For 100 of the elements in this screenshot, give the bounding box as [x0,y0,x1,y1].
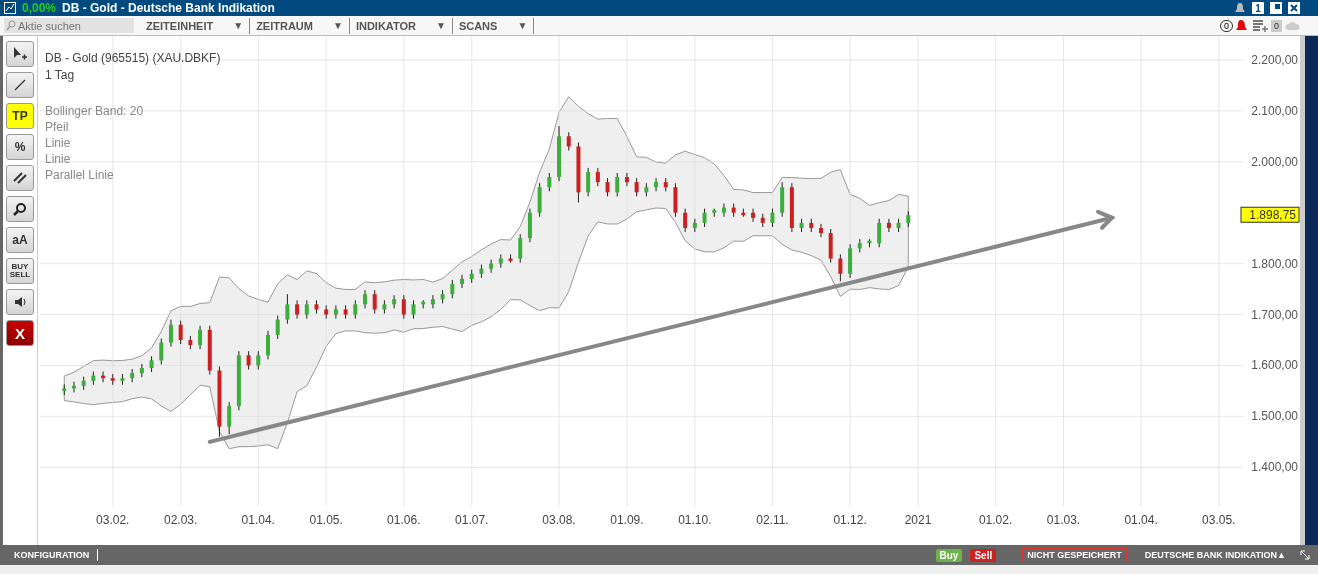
candlestick [188,335,193,350]
candlestick [110,373,115,386]
candlestick [624,172,629,187]
price-axis-label: 1.600,00 [1251,358,1298,373]
menu-dropdown[interactable]: INDIKATOR ▼ [349,17,453,34]
date-axis-label: 02.03. [164,513,198,527]
menu-dropdown[interactable]: ZEITRAUM ▼ [250,17,350,34]
close-icon[interactable] [1288,2,1300,14]
candlestick [712,208,717,218]
date-axis-label: 01.10. [678,513,712,527]
price-axis-label: 2.200,00 [1251,52,1298,67]
candlestick [333,304,338,320]
candlestick [246,350,251,371]
candlestick [363,289,367,309]
chart-icon [4,2,16,14]
candlestick [615,172,620,197]
candlestick [227,401,232,435]
overlay-label: Parallel Linie [45,168,114,182]
parallel-line-tool-button[interactable] [6,165,34,191]
data-source-label[interactable]: DEUTSCHE BANK INDIKATION▲ [1144,550,1286,560]
candlestick [683,208,688,233]
date-axis-label: 2021 [904,513,932,527]
overlay-label: Linie [45,136,71,150]
candlestick [353,299,358,320]
pointer-tool-button[interactable] [6,41,34,67]
candlestick [120,373,125,386]
overlay-label: Linie [45,152,71,166]
candlestick [401,294,406,320]
list-count: 0 [1271,19,1282,32]
candlestick [139,363,144,378]
date-axis-label: 02.11. [756,513,789,527]
zoom-button[interactable] [6,196,34,222]
date-axis-label: 01.07. [455,513,489,527]
delete-button[interactable]: X [6,320,34,346]
candlestick [275,315,280,340]
candlestick [692,218,697,233]
configuration-label[interactable]: KONFIGURATION [14,550,90,560]
scroll-bar[interactable] [1300,36,1305,545]
candlestick [537,182,542,218]
date-axis-label: 01.02. [978,513,1013,527]
sound-button[interactable] [6,289,34,315]
candlestick [489,259,494,274]
list-add-icon[interactable] [1252,19,1268,32]
candlestick [62,383,67,396]
line-tool-button[interactable] [6,72,34,98]
date-axis-label: 01.09. [610,513,644,527]
candlestick [741,208,746,218]
candlestick [460,274,464,289]
price-axis-label: 2.000,00 [1251,154,1298,169]
candlestick [372,289,377,314]
candlestick [557,125,562,182]
sell-button[interactable]: Sell [970,548,997,562]
candlestick [576,141,581,203]
candlestick [343,304,348,320]
candlestick [392,294,397,309]
candlestick [838,253,843,282]
candlestick [896,218,901,233]
candlestick [663,177,668,192]
candlestick [430,294,435,309]
candlestick [382,299,387,314]
window-title: DB - Gold - Deutsche Bank Indikation [62,1,275,15]
candlestick [731,203,736,218]
text-tool-button[interactable]: aA [6,227,34,253]
last-price: 1.898,75 [1240,206,1300,223]
candlestick [857,238,862,253]
date-axis-label: 01.05. [309,513,343,527]
date-axis-label: 03.08. [542,513,576,527]
candlestick [634,177,639,197]
menu-dropdown[interactable]: SCANS ▼ [452,17,535,34]
bell-icon[interactable] [1234,2,1246,14]
search-field[interactable]: Aktie suchen [4,18,134,33]
candlestick [450,279,455,299]
page-number[interactable]: 1 [1252,2,1264,14]
resize-icon[interactable] [1300,550,1310,560]
menu-dropdown[interactable]: ZEITEINHEIT ▼ [140,17,251,34]
candlestick [168,319,173,348]
candlestick [886,218,891,233]
candlestick [566,131,571,152]
candlestick [421,299,426,309]
candlestick [877,218,882,248]
parallel-lines-icon [12,170,28,186]
candlestick [207,325,212,376]
buy-sell-button[interactable]: BUY SELL [6,258,34,284]
bell-icon[interactable] [1235,19,1248,32]
candlestick [178,320,183,345]
date-axis-label: 01.04. [241,513,275,527]
candlestick [789,182,794,233]
restore-icon[interactable] [1270,2,1282,14]
text-tool-button[interactable]: TP [6,103,34,129]
overlay-label: Pfeil [45,120,69,134]
price-axis-label: 2.100,00 [1251,103,1298,118]
candlestick [770,208,775,228]
pointer-plus-icon [12,46,28,62]
candlestick [527,208,532,243]
candlestick [518,233,523,264]
candlestick [71,381,76,393]
candlestick [547,172,552,192]
percent-tool-button[interactable]: % [6,134,34,160]
save-status: NICHT GESPEICHERT [1022,548,1127,562]
candlestick [673,182,678,218]
